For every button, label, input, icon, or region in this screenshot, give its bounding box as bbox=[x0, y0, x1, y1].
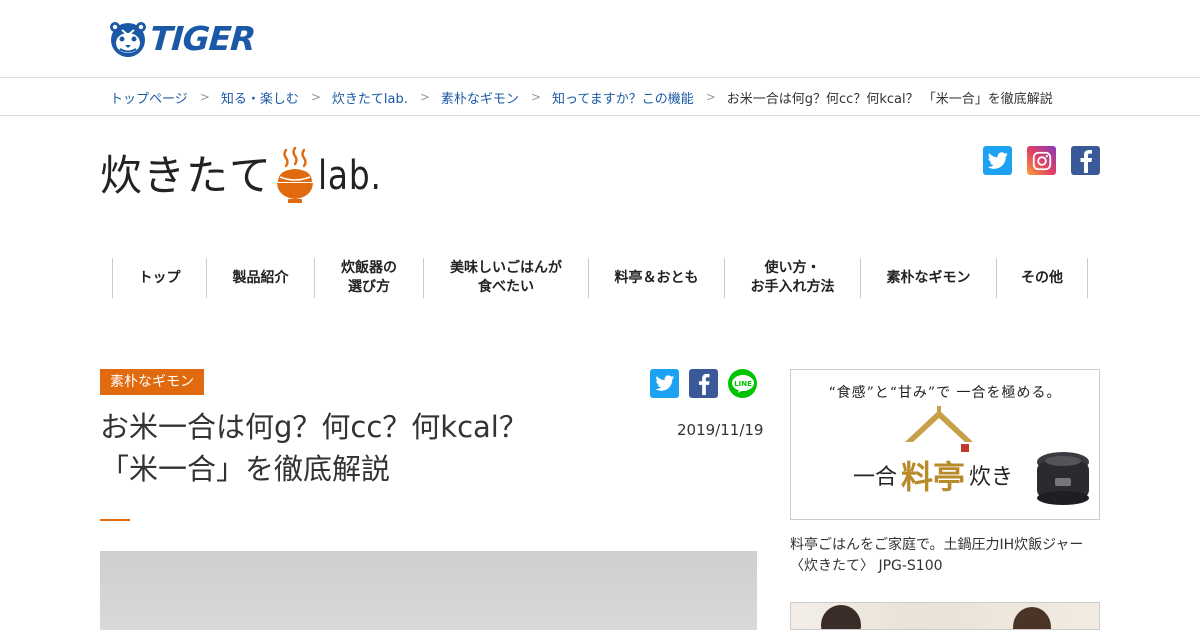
twitter-link[interactable] bbox=[983, 146, 1012, 175]
nav-item-label: トップ bbox=[138, 269, 181, 286]
nav-item-label: 使い方・ bbox=[764, 260, 821, 276]
site-header: TIGER bbox=[0, 0, 1200, 78]
title-divider bbox=[100, 519, 130, 521]
banner-name-left: 一合 bbox=[853, 465, 898, 490]
article-share-buttons: LINE bbox=[650, 369, 757, 398]
nav-item-top[interactable]: トップ bbox=[113, 258, 207, 298]
sidebar-product-banner[interactable]: “食感”と“甘み”で 一合を極める。 一合 料亭 炊き bbox=[790, 369, 1100, 520]
facebook-icon bbox=[1080, 149, 1092, 173]
line-icon: LINE bbox=[731, 374, 754, 393]
takitate-lab-logo[interactable]: 炊きたて lab. bbox=[100, 144, 396, 204]
sidebar-article-thumbnail[interactable] bbox=[790, 602, 1100, 630]
article-title-line1: お米一合は何g？何cc？何kcal？ bbox=[100, 410, 528, 444]
rice-bowl-icon bbox=[277, 146, 314, 203]
brand-title-lab: lab. bbox=[318, 153, 382, 199]
tiger-logo[interactable]: TIGER bbox=[108, 19, 257, 58]
breadcrumb-separator: > bbox=[310, 90, 321, 104]
category-tag[interactable]: 素朴なギモン bbox=[100, 369, 204, 395]
nav-item-others[interactable]: その他 bbox=[997, 258, 1088, 298]
instagram-link[interactable] bbox=[1027, 146, 1056, 175]
nav-item-label-line2: お手入れ方法 bbox=[750, 279, 835, 295]
rice-cooker-image bbox=[1037, 452, 1089, 505]
banner-product-name: 一合 料亭 炊き bbox=[853, 452, 1013, 498]
breadcrumb-link-know-enjoy[interactable]: 知る・楽しむ bbox=[221, 88, 299, 107]
nav-item-label: 製品紹介 bbox=[232, 269, 289, 286]
brand-title-jp: 炊きたて bbox=[100, 151, 273, 200]
breadcrumb-link-soboku-gimon[interactable]: 素朴なギモン bbox=[441, 88, 519, 107]
article-hero-image bbox=[100, 551, 757, 630]
breadcrumb-link-top[interactable]: トップページ bbox=[110, 88, 188, 107]
nav-item-label-line2: 食べたい bbox=[478, 279, 534, 295]
nav-item-label: 炊飯器の bbox=[341, 260, 397, 276]
nav-item-label: 美味しいごはんが bbox=[450, 260, 562, 276]
banner-name-right: 炊き bbox=[969, 465, 1014, 490]
breadcrumb-separator: > bbox=[530, 90, 541, 104]
nav-item-label: 素朴なギモン bbox=[886, 269, 971, 286]
article-title: お米一合は何g？何cc？何kcal？ 「米一合」を徹底解説 bbox=[100, 406, 660, 490]
tiger-wordmark: TIGER bbox=[148, 19, 257, 58]
breadcrumb: トップページ > 知る・楽しむ > 炊きたてlab. > 素朴なギモン > 知っ… bbox=[0, 79, 1200, 116]
nav-item-delicious-rice[interactable]: 美味しいごはんが 食べたい bbox=[424, 258, 589, 298]
nav-item-how-to-choose[interactable]: 炊飯器の 選び方 bbox=[315, 258, 424, 298]
article-title-line2: 「米一合」を徹底解説 bbox=[100, 452, 391, 486]
breadcrumb-link-function[interactable]: 知ってますか？この機能 bbox=[552, 88, 694, 107]
header-social-links bbox=[983, 146, 1100, 175]
svg-text:LINE: LINE bbox=[734, 380, 752, 388]
instagram-icon bbox=[1032, 151, 1051, 170]
share-twitter-button[interactable] bbox=[650, 369, 679, 398]
roof-emblem-icon bbox=[905, 406, 973, 452]
facebook-link[interactable] bbox=[1071, 146, 1100, 175]
twitter-icon bbox=[654, 375, 674, 391]
share-line-button[interactable]: LINE bbox=[728, 369, 757, 398]
nav-item-ryotei[interactable]: 料亭＆おとも bbox=[589, 258, 725, 298]
nav-item-label: その他 bbox=[1021, 269, 1063, 286]
breadcrumb-current: お米一合は何g？何cc？何kcal？ 「米一合」を徹底解説 bbox=[726, 91, 1053, 107]
article-date: 2019/11/19 bbox=[677, 421, 764, 439]
nav-item-products[interactable]: 製品紹介 bbox=[207, 258, 315, 298]
breadcrumb-separator: > bbox=[419, 90, 430, 104]
breadcrumb-separator: > bbox=[199, 90, 210, 104]
nav-item-usage-care[interactable]: 使い方・ お手入れ方法 bbox=[725, 258, 861, 298]
facebook-icon bbox=[698, 373, 709, 395]
person-image bbox=[1013, 607, 1051, 629]
tiger-face-icon bbox=[110, 22, 146, 57]
person-image bbox=[821, 605, 861, 629]
sidebar-banner-caption[interactable]: 料亭ごはんをご家庭で。土鍋圧力IH炊飯ジャー〈炊きたて〉 JPG-S100 bbox=[790, 535, 1100, 577]
banner-name-gold: 料亭 bbox=[901, 458, 966, 496]
banner-catchphrase: “食感”と“甘み”で 一合を極める。 bbox=[828, 385, 1062, 401]
nav-item-label: 料亭＆おとも bbox=[614, 269, 699, 286]
nav-item-label-line2: 選び方 bbox=[348, 279, 390, 295]
breadcrumb-separator: > bbox=[705, 90, 716, 104]
share-facebook-button[interactable] bbox=[689, 369, 718, 398]
twitter-icon bbox=[987, 151, 1008, 169]
global-nav: トップ 製品紹介 炊飯器の 選び方 美味しいごはんが 食べたい 料亭＆おとも 使… bbox=[112, 258, 1088, 298]
breadcrumb-link-takitate-lab[interactable]: 炊きたてlab. bbox=[332, 88, 408, 107]
nav-item-soboku-gimon[interactable]: 素朴なギモン bbox=[861, 258, 997, 298]
